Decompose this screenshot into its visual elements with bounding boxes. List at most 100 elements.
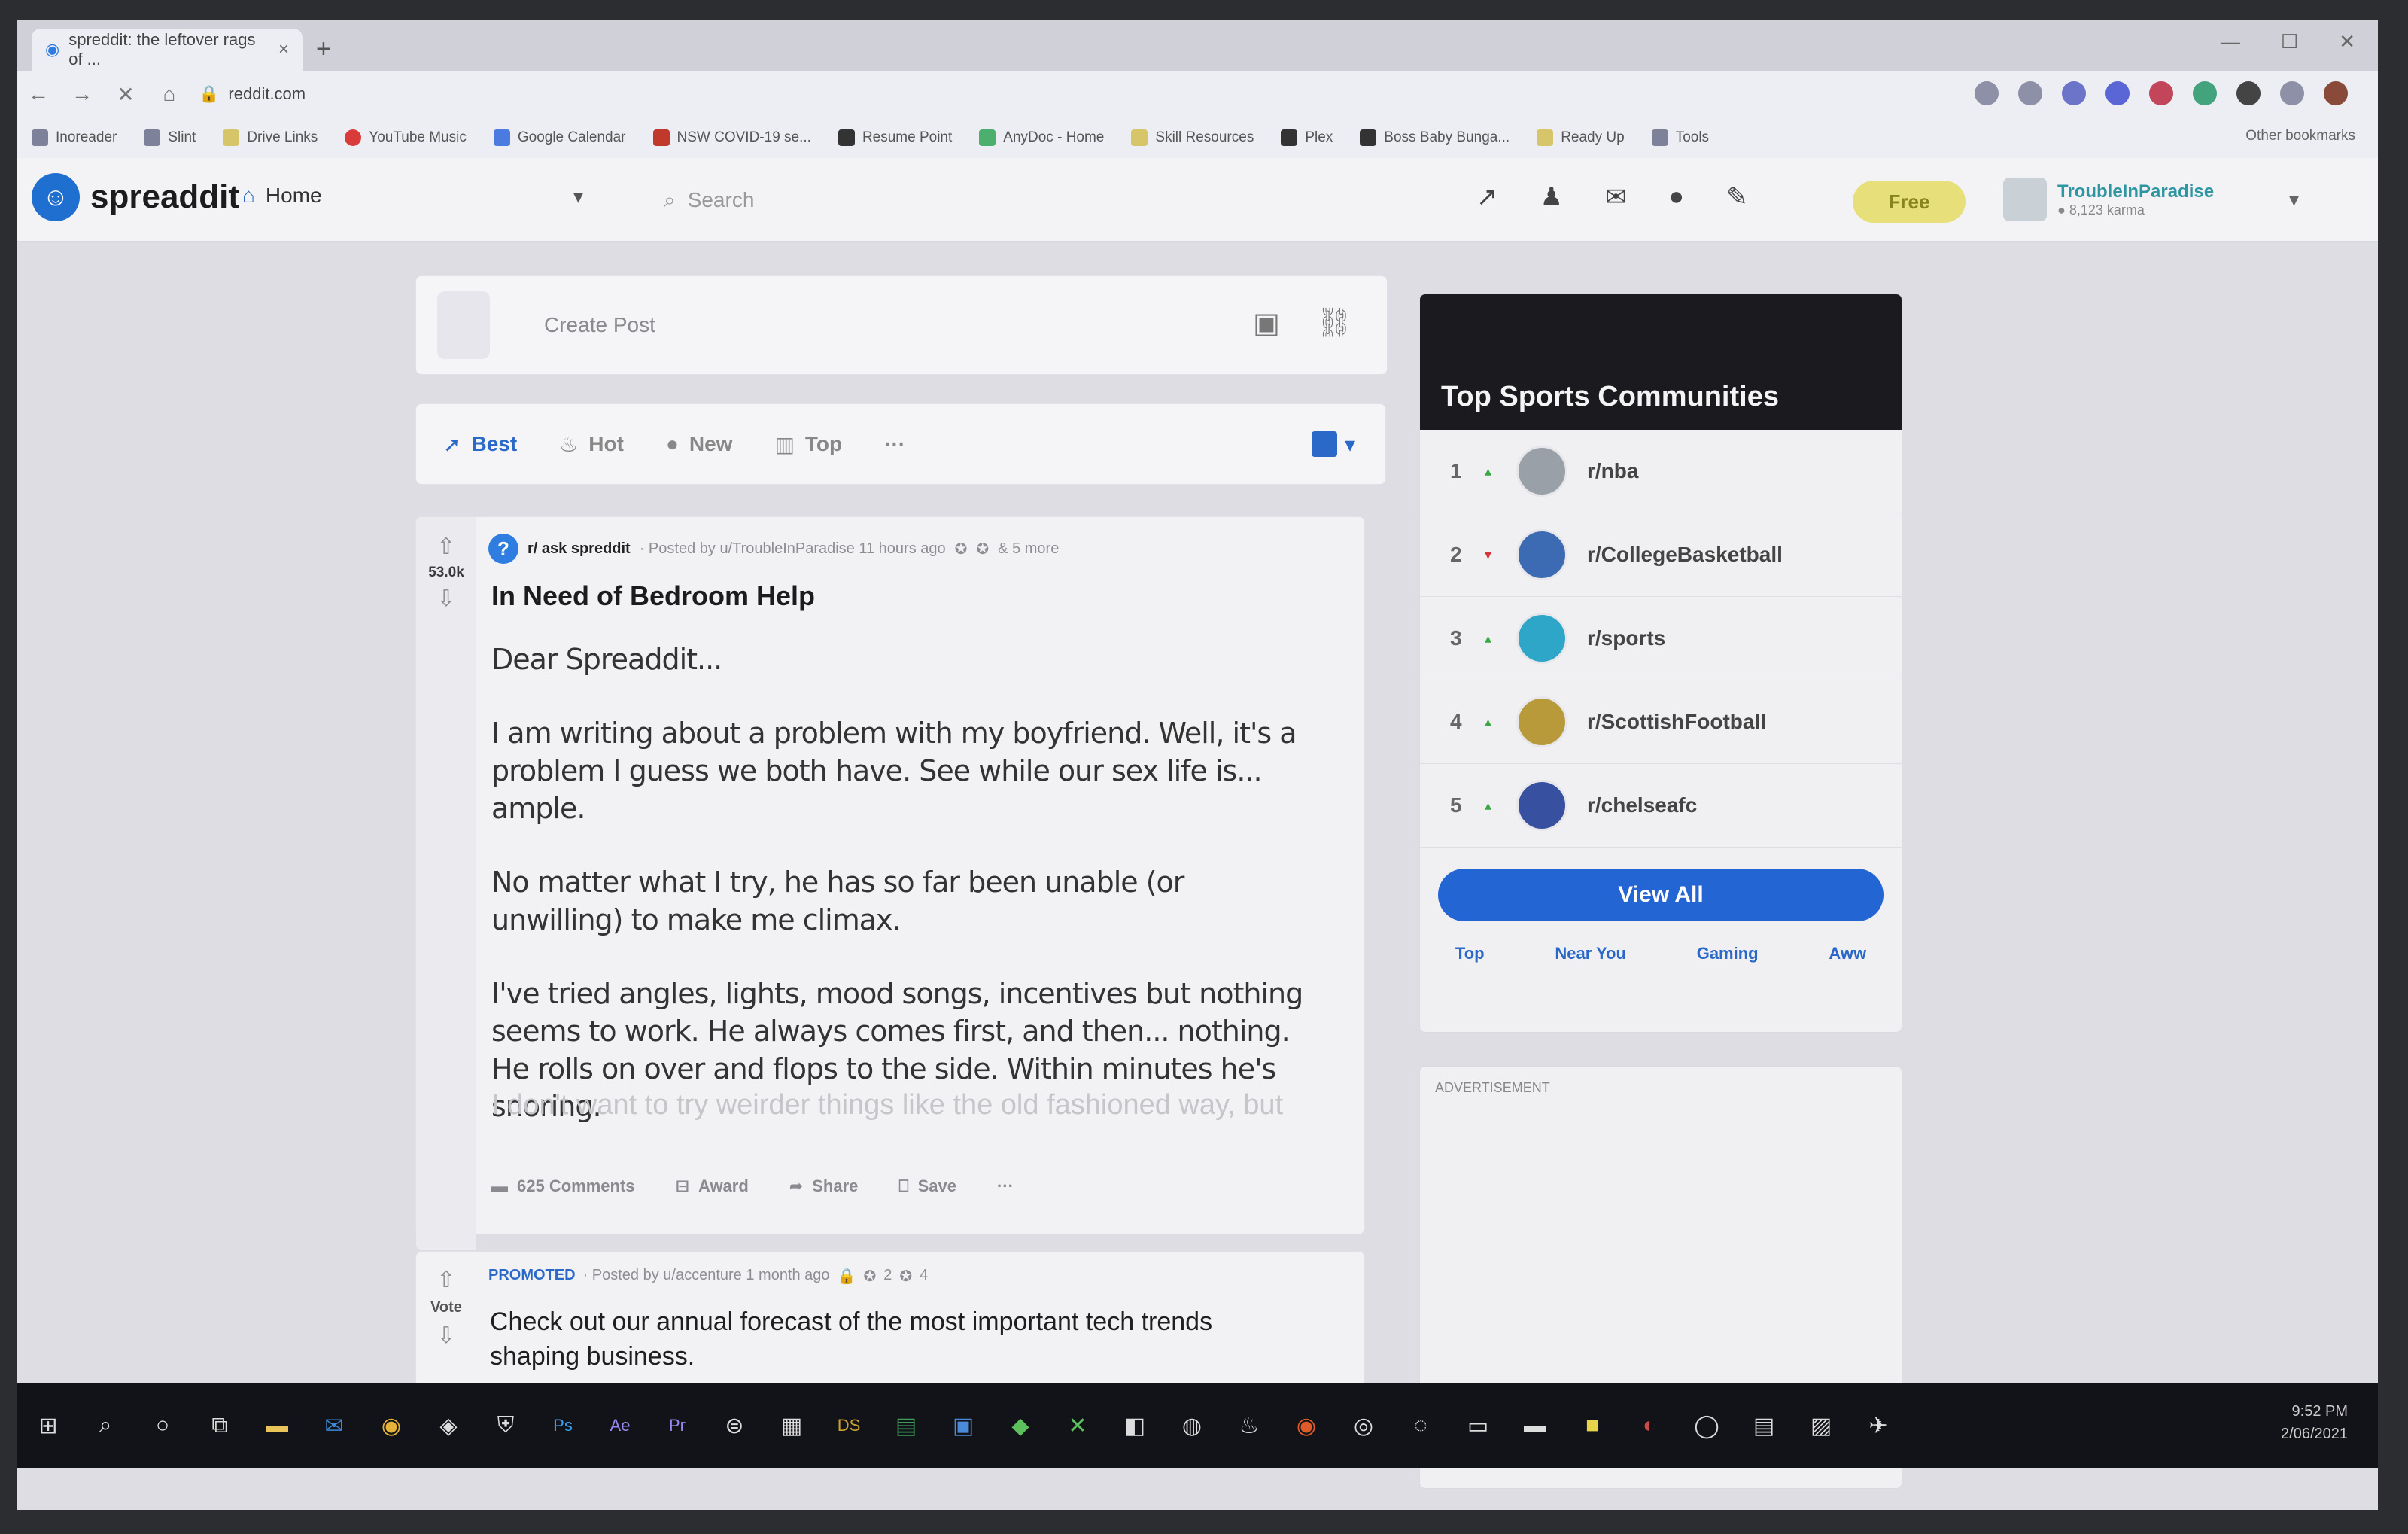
steam-icon[interactable]: ♨: [1224, 1400, 1275, 1451]
shield-icon[interactable]: ⛨: [480, 1400, 531, 1451]
community-row[interactable]: 4 ▴ r/ScottishFootball: [1420, 680, 1902, 764]
excel-icon[interactable]: ▤: [880, 1400, 932, 1451]
free-button[interactable]: Free: [1853, 181, 1966, 223]
minimize-icon[interactable]: —: [2221, 30, 2240, 53]
subreddit-icon[interactable]: ?: [488, 534, 518, 564]
url-field[interactable]: 🔒 reddit.com: [199, 84, 306, 104]
share-button[interactable]: ➦ Share: [789, 1176, 859, 1196]
app-icon[interactable]: ▭: [1452, 1400, 1503, 1451]
stop-icon[interactable]: ✕: [104, 82, 147, 107]
search-icon[interactable]: ⌕: [80, 1400, 131, 1451]
extension-icon[interactable]: [1975, 81, 1999, 105]
avatar[interactable]: [437, 291, 490, 359]
comments-button[interactable]: ▬ 625 Comments: [491, 1176, 635, 1196]
bookmark[interactable]: NSW COVID-19 se...: [652, 129, 811, 146]
create-post-icon[interactable]: ✎: [1726, 182, 1748, 212]
bookmark[interactable]: Skill Resources: [1131, 129, 1254, 146]
chat-icon[interactable]: ✉: [1605, 182, 1627, 212]
app-icon[interactable]: ▣: [938, 1400, 989, 1451]
new-tab-button[interactable]: +: [316, 35, 331, 64]
photoshop-icon[interactable]: Ps: [537, 1400, 588, 1451]
cortana-icon[interactable]: ○: [137, 1400, 188, 1451]
app-icon[interactable]: ◉: [1281, 1400, 1332, 1451]
sort-new[interactable]: ● New: [666, 432, 733, 456]
app-icon[interactable]: ◍: [1166, 1400, 1218, 1451]
save-button[interactable]: ⎕ Save: [898, 1176, 956, 1196]
app-icon[interactable]: ◯: [1681, 1400, 1732, 1451]
chevron-down-icon[interactable]: ▾: [573, 185, 583, 208]
bookmark[interactable]: Boss Baby Bunga...: [1360, 129, 1510, 146]
bookmark[interactable]: Plex: [1281, 129, 1333, 146]
search-input[interactable]: ⌕ Search: [649, 176, 1401, 224]
bookmark[interactable]: Inoreader: [32, 129, 117, 146]
posted-by[interactable]: · Posted by u/accenture 1 month ago: [583, 1267, 830, 1286]
app-icon[interactable]: ◈: [423, 1400, 474, 1451]
app-icon[interactable]: ⊜: [709, 1400, 760, 1451]
app-icon[interactable]: ✈: [1853, 1400, 1904, 1451]
sort-top[interactable]: ▥ Top: [774, 432, 842, 457]
sort-best[interactable]: ➚ Best: [443, 432, 517, 457]
extension-icon[interactable]: [2018, 81, 2042, 105]
extension-icon[interactable]: [2236, 81, 2261, 105]
chevron-down-icon[interactable]: ▾: [2289, 188, 2299, 212]
chrome-icon[interactable]: ◉: [366, 1400, 417, 1451]
whatsapp-icon[interactable]: ◌: [1395, 1400, 1446, 1451]
image-upload-icon[interactable]: ▣: [1253, 306, 1280, 340]
extension-icon[interactable]: [2149, 81, 2173, 105]
browser-tab[interactable]: ◉ spreddit: the leftover rags of ... ×: [32, 29, 303, 71]
post-title[interactable]: In Need of Bedroom Help: [491, 580, 815, 612]
xbox-icon[interactable]: ✕: [1052, 1400, 1103, 1451]
community-row[interactable]: 2 ▾ r/CollegeBasketball: [1420, 513, 1902, 597]
task-view-icon[interactable]: ⧉: [194, 1400, 245, 1451]
downvote-icon[interactable]: ⇩: [436, 1322, 455, 1349]
sticky-notes-icon[interactable]: ■: [1567, 1400, 1618, 1451]
coins-icon[interactable]: ♟: [1540, 182, 1563, 212]
upvote-icon[interactable]: ⇧: [436, 1267, 455, 1293]
award-button[interactable]: ⊟ Award: [676, 1176, 749, 1196]
sort-more-button[interactable]: ···: [884, 432, 905, 456]
start-icon[interactable]: ⊞: [23, 1400, 74, 1451]
forward-icon[interactable]: →: [60, 82, 104, 106]
maximize-icon[interactable]: ☐: [2281, 30, 2298, 53]
site-logo[interactable]: ☺ spreaddit: [32, 173, 239, 221]
community-row[interactable]: 3 ▴ r/sports: [1420, 597, 1902, 680]
view-all-button[interactable]: View All: [1438, 869, 1884, 921]
promoted-post-card[interactable]: ⇧ Vote ⇩ PROMOTED · Posted by u/accentur…: [415, 1251, 1365, 1403]
category-tab[interactable]: Near You: [1555, 944, 1626, 963]
link-icon[interactable]: ⛓: [1316, 306, 1352, 339]
premiere-icon[interactable]: Pr: [652, 1400, 703, 1451]
file-explorer-icon[interactable]: ▬: [251, 1400, 303, 1451]
downvote-icon[interactable]: ⇩: [436, 586, 455, 612]
bookmark[interactable]: Tools: [1651, 129, 1709, 146]
close-window-icon[interactable]: ✕: [2339, 30, 2355, 53]
posted-by[interactable]: · Posted by u/TroubleInParadise 11 hours…: [640, 540, 946, 558]
upvote-icon[interactable]: ⇧: [436, 534, 455, 560]
popular-icon[interactable]: ↗: [1476, 182, 1498, 212]
extension-icon[interactable]: [2105, 81, 2130, 105]
after-effects-icon[interactable]: Ae: [594, 1400, 646, 1451]
app-icon[interactable]: ▦: [766, 1400, 817, 1451]
app-icon[interactable]: ▤: [1738, 1400, 1789, 1451]
subreddit-link[interactable]: r/ ask spreddit: [528, 540, 631, 558]
tab-close-icon[interactable]: ×: [278, 39, 289, 60]
promoted-title[interactable]: Check out our annual forecast of the mos…: [490, 1304, 1288, 1374]
community-row[interactable]: 5 ▴ r/chelseafc: [1420, 764, 1902, 848]
app-icon[interactable]: ▨: [1795, 1400, 1847, 1451]
extension-icon[interactable]: [2280, 81, 2304, 105]
app-icon[interactable]: ▬: [1510, 1400, 1561, 1451]
home-dropdown[interactable]: ⌂ Home: [242, 184, 322, 208]
other-bookmarks[interactable]: Other bookmarks: [2245, 128, 2355, 145]
bookmark[interactable]: Resume Point: [838, 129, 952, 146]
post-more-button[interactable]: ···: [997, 1176, 1014, 1196]
sort-hot[interactable]: ♨ Hot: [559, 432, 624, 457]
outlook-icon[interactable]: ✉: [309, 1400, 360, 1451]
bookmark[interactable]: Ready Up: [1537, 129, 1625, 146]
profile-avatar[interactable]: [2324, 81, 2348, 105]
category-tab[interactable]: Gaming: [1697, 944, 1759, 963]
bookmark[interactable]: YouTube Music: [345, 129, 467, 146]
bookmark[interactable]: Slint: [144, 129, 196, 146]
bookmark[interactable]: Google Calendar: [493, 129, 626, 146]
post-card[interactable]: ⇧ 53.0k ⇩ ? r/ ask spreddit · Posted by …: [415, 516, 1365, 1250]
system-clock[interactable]: 9:52 PM 2/06/2021: [2281, 1400, 2348, 1445]
app-icon[interactable]: ◧: [1109, 1400, 1160, 1451]
